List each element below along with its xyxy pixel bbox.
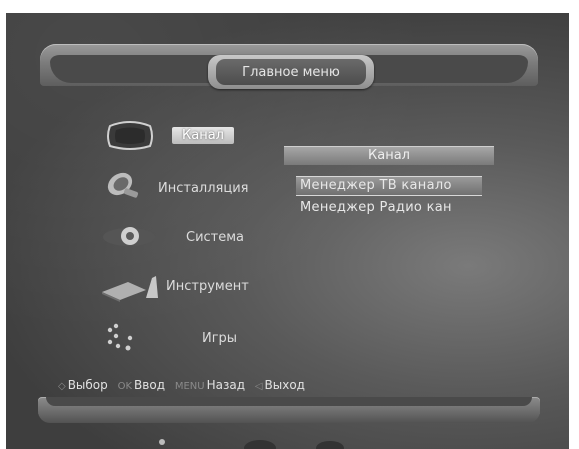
system-icon: [100, 224, 158, 254]
menu-item-label: Инструмент: [166, 279, 249, 294]
hint-label: Выбор: [67, 378, 108, 392]
footer-hints: ◇ Выбор OK Ввод MENU Назад ◁ Выход: [58, 378, 311, 394]
menu-item-label: Система: [186, 230, 245, 245]
menu-item-label: Канал: [172, 127, 234, 144]
decorative-knobs: [159, 439, 344, 449]
exit-key-icon: ◁: [254, 381, 263, 392]
bottom-frame-inner: [46, 397, 532, 406]
menu-item-label: Инсталляция: [158, 181, 249, 196]
games-icon: [104, 322, 140, 358]
menu-key-icon: MENU: [174, 381, 205, 392]
hint-back: MENU Назад: [175, 378, 245, 392]
hint-label: Выход: [264, 378, 305, 392]
hint-label: Назад: [206, 378, 245, 392]
tv-icon: [104, 120, 156, 156]
hint-select: ◇ Выбор: [58, 378, 108, 392]
select-key-icon: ◇: [58, 381, 66, 392]
menu-item-label: Игры: [202, 331, 238, 346]
submenu-item-tv-manager[interactable]: Менеджер ТВ канало: [296, 176, 482, 196]
window-title: Главное меню: [216, 59, 366, 85]
hint-enter: OK Ввод: [118, 378, 165, 392]
hint-exit: ◁ Выход: [255, 378, 305, 392]
tools-icon: [100, 272, 162, 306]
submenu-item-radio-manager[interactable]: Менеджер Радио кан: [296, 199, 482, 217]
submenu-title: Канал: [284, 146, 494, 165]
satellite-dish-icon: [104, 168, 144, 208]
ok-key-icon: OK: [117, 381, 133, 392]
hint-label: Ввод: [134, 378, 165, 392]
